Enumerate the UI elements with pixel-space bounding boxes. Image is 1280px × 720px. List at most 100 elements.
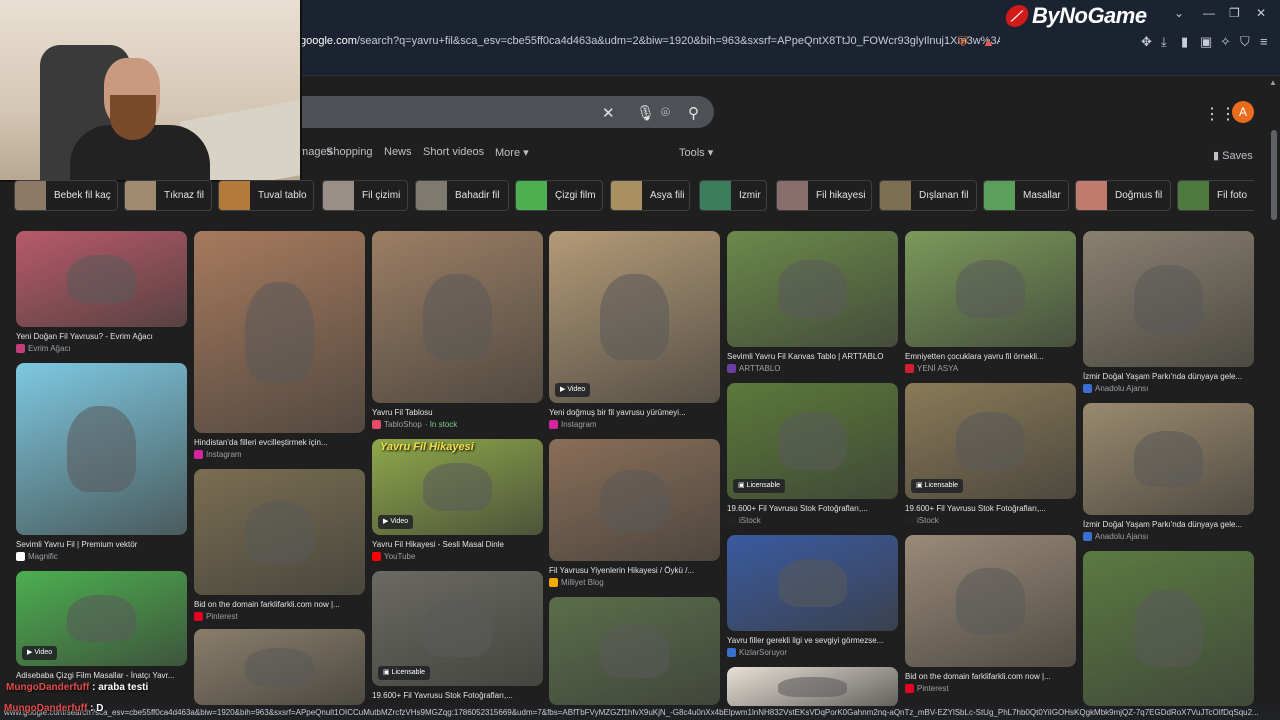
chip-8[interactable]: Fil hikayesi xyxy=(776,180,872,211)
result-thumbnail[interactable] xyxy=(1083,403,1254,515)
download-icon[interactable]: ⤓ xyxy=(1161,34,1167,50)
tab-search-icon[interactable]: ⌄ xyxy=(1174,6,1184,20)
result-source[interactable]: Instagram xyxy=(194,450,242,459)
result-source[interactable]: Magnific xyxy=(16,552,58,561)
result-caption[interactable]: Fil Yavrusu Yiyenlerin Hikayesi / Öykü /… xyxy=(549,566,720,575)
result-source[interactable]: YENİ ASYA xyxy=(905,364,958,373)
chip-10[interactable]: Masallar xyxy=(983,180,1069,211)
chip-3[interactable]: Fil çizimi xyxy=(322,180,408,211)
result-thumbnail[interactable] xyxy=(1083,551,1254,706)
result-thumbnail[interactable] xyxy=(194,629,365,705)
scrollbar[interactable] xyxy=(1271,130,1277,220)
result-thumbnail[interactable] xyxy=(194,469,365,595)
result-caption[interactable]: 19.600+ Fil Yavrusu Stok Fotoğrafları,..… xyxy=(727,504,898,513)
leo-ai-icon[interactable]: ✧ xyxy=(1220,34,1231,50)
tab-news[interactable]: News xyxy=(384,146,412,158)
result-source[interactable]: Anadolu Ajansı xyxy=(1083,384,1148,393)
result-thumbnail[interactable] xyxy=(727,231,898,347)
source-name: Instagram xyxy=(561,420,597,429)
result-caption[interactable]: 19.600+ Fil Yavrusu Stok Fotoğrafları,..… xyxy=(905,504,1076,513)
tools-button[interactable]: Tools ▾ xyxy=(679,146,713,159)
menu-icon[interactable]: ≡ xyxy=(1260,34,1268,49)
result-thumbnail[interactable] xyxy=(194,231,365,433)
result-thumbnail[interactable]: ▶ Video xyxy=(16,571,187,666)
result-caption[interactable]: Emniyetten çocuklara yavru fil örnekli..… xyxy=(905,352,1076,361)
chip-thumb xyxy=(323,181,354,210)
chip-7[interactable]: Izmir xyxy=(699,180,767,211)
result-caption[interactable]: Bid on the domain farklifarkli.com now |… xyxy=(905,672,1076,681)
result-thumbnail[interactable] xyxy=(727,667,898,707)
result-source[interactable]: Anadolu Ajansı xyxy=(1083,532,1148,541)
lens-icon[interactable]: ⌾ xyxy=(661,104,670,121)
chip-6[interactable]: Asya fili xyxy=(610,180,690,211)
favicon-icon xyxy=(16,552,25,561)
tab-shopping[interactable]: Shopping xyxy=(326,146,373,158)
result-source[interactable]: Milliyet Blog xyxy=(549,578,604,587)
result-source[interactable]: Pinterest xyxy=(194,612,238,621)
result-caption[interactable]: Yavru Fil Hikayesi - Sesli Masal Dinle xyxy=(372,540,543,549)
result-caption[interactable]: Yavru Fil Tablosu xyxy=(372,408,543,417)
result-thumbnail[interactable] xyxy=(905,535,1076,667)
chip-2[interactable]: Tuval tablo xyxy=(218,180,314,211)
result-caption[interactable]: Sevimli Yavru Fil Kanvas Tablo | ARTTABL… xyxy=(727,352,898,361)
result-caption[interactable]: 19.600+ Fil Yavrusu Stok Fotoğrafları,..… xyxy=(372,691,543,700)
maximize-icon[interactable]: ❐ xyxy=(1229,6,1240,20)
result-source[interactable]: KizlarSoruyor xyxy=(727,648,787,657)
result-thumbnail[interactable] xyxy=(1083,231,1254,367)
result-source[interactable]: Instagram xyxy=(549,420,597,429)
result-thumbnail[interactable]: ▣ Licensable xyxy=(905,383,1076,499)
result-thumbnail[interactable]: ▶ Video xyxy=(549,231,720,403)
result-thumbnail[interactable] xyxy=(16,363,187,535)
result-thumbnail[interactable] xyxy=(727,535,898,631)
result-thumbnail[interactable]: ▣ Licensable xyxy=(727,383,898,499)
search-icon[interactable]: ⚲ xyxy=(688,104,699,122)
result-thumbnail[interactable] xyxy=(905,231,1076,347)
microphone-icon[interactable]: 🎙︎ xyxy=(636,104,655,122)
result-caption[interactable]: İzmir Doğal Yaşam Parkı'nda dünyaya gele… xyxy=(1083,520,1254,529)
result-thumbnail[interactable] xyxy=(372,231,543,403)
result-source[interactable]: TabloShop · In stock xyxy=(372,420,457,429)
chip-0[interactable]: Bebek fil kaç xyxy=(14,180,118,211)
close-icon[interactable]: ✕ xyxy=(1256,6,1266,20)
elephant-shape xyxy=(67,594,136,643)
result-caption[interactable]: Bid on the domain farklifarkli.com now |… xyxy=(194,600,365,609)
chip-9[interactable]: Dışlanan fil xyxy=(879,180,977,211)
result-source[interactable]: iStock xyxy=(905,516,939,525)
chip-4[interactable]: Bahadir fil xyxy=(415,180,509,211)
result-source[interactable]: Evrim Ağacı xyxy=(16,344,71,353)
result-source[interactable]: YouTube xyxy=(372,552,415,561)
chip-12[interactable]: Fil foto xyxy=(1177,180,1254,211)
tab-more[interactable]: More ▾ xyxy=(495,146,529,159)
result-caption[interactable]: Yavru filler gerekli ilgi ve sevgiyi gör… xyxy=(727,636,898,645)
avatar[interactable]: A xyxy=(1232,101,1254,123)
tab-short-videos[interactable]: Short videos xyxy=(423,146,484,158)
result-caption[interactable]: Hindistan'da filleri evcilleştirmek için… xyxy=(194,438,365,447)
chip-5[interactable]: Çizgi film xyxy=(515,180,603,211)
result-caption[interactable]: İzmir Doğal Yaşam Parkı'nda dünyaya gele… xyxy=(1083,372,1254,381)
result-thumbnail[interactable] xyxy=(16,231,187,327)
sidebar-icon[interactable]: ▮ xyxy=(1181,34,1188,50)
scroll-up-icon[interactable]: ▲ xyxy=(1269,78,1277,87)
chip-1[interactable]: Tıknaz fil xyxy=(124,180,212,211)
result-thumbnail[interactable] xyxy=(549,439,720,561)
result-thumbnail[interactable]: ▶ Video Yavru Fil Hikayesi xyxy=(372,439,543,535)
wallet-icon[interactable]: ▣ xyxy=(1200,34,1212,50)
result-source[interactable]: Pinterest xyxy=(905,684,949,693)
brave-shield-icon[interactable]: ⛨ xyxy=(958,34,968,50)
result-caption[interactable]: Yeni doğmuş bir fil yavrusu yürümeyi... xyxy=(549,408,720,417)
result-thumbnail[interactable]: ▣ Licensable xyxy=(372,571,543,686)
result-caption[interactable]: Adisebaba Çizgi Film Masallar - İnatçı Y… xyxy=(16,671,187,680)
result-caption[interactable]: Sevimli Yavru Fil | Premium vektör xyxy=(16,540,187,549)
result-source[interactable]: iStock xyxy=(727,516,761,525)
chip-11[interactable]: Doğmus fil xyxy=(1075,180,1171,211)
result-thumbnail[interactable] xyxy=(549,597,720,705)
extensions-icon[interactable]: ✥ xyxy=(1141,34,1152,50)
clear-icon[interactable]: ✕ xyxy=(602,104,615,122)
result-caption[interactable]: Yeni Doğan Fil Yavrusu? - Evrim Ağacı xyxy=(16,332,187,341)
vpn-icon[interactable]: ⛉ xyxy=(1240,34,1250,50)
saves-button[interactable]: ▮ Saves xyxy=(1213,149,1253,162)
brave-rewards-icon[interactable]: ▲ xyxy=(982,34,995,49)
minimize-icon[interactable]: — xyxy=(1203,6,1215,20)
address-bar[interactable]: google.com/search?q=yavru+fil&sca_esv=cb… xyxy=(300,31,1000,51)
result-source[interactable]: ARTTABLO xyxy=(727,364,781,373)
